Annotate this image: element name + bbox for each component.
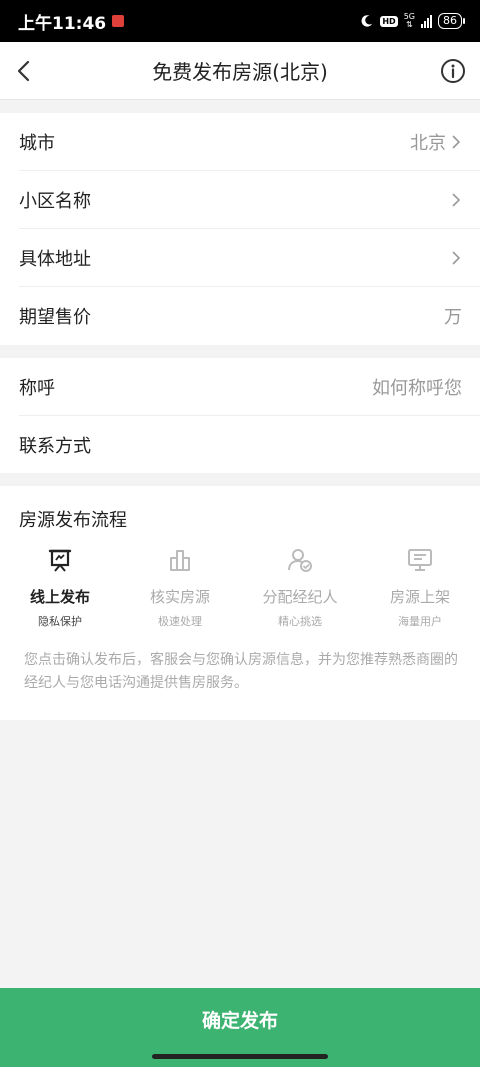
name-input[interactable]: 如何称呼您 bbox=[372, 374, 462, 400]
expected-price-label: 期望售价 bbox=[19, 307, 91, 328]
community-name-value-group bbox=[446, 191, 462, 209]
expected-price-row[interactable]: 期望售价 万 bbox=[19, 287, 480, 345]
chevron-right-icon bbox=[452, 250, 461, 265]
property-form: 城市 北京 小区名称 具体地址 期望售价 万 bbox=[0, 113, 480, 345]
chevron-right-icon bbox=[452, 134, 461, 149]
name-row[interactable]: 称呼 如何称呼您 bbox=[19, 358, 480, 416]
address-label: 具体地址 bbox=[19, 248, 91, 270]
flow-steps: 线上发布 隐私保护 核实房源 极速处理 分配经纪人 精心挑选 房源上架 海量用户 bbox=[0, 546, 480, 629]
status-left: 上午11:46 bbox=[18, 9, 125, 34]
step-subtitle: 极速处理 bbox=[158, 615, 202, 628]
back-icon[interactable] bbox=[10, 56, 40, 86]
signal-icon bbox=[421, 14, 432, 28]
publish-flow: 房源发布流程 线上发布 隐私保护 核实房源 极速处理 分配经纪人 精心挑选 房源… bbox=[0, 486, 480, 720]
step-title: 线上发布 bbox=[29, 588, 90, 606]
city-row[interactable]: 城市 北京 bbox=[19, 113, 480, 171]
community-name-label: 小区名称 bbox=[19, 190, 91, 212]
step-title: 房源上架 bbox=[389, 588, 450, 606]
step-subtitle: 海量用户 bbox=[398, 615, 442, 628]
city-value: 北京 bbox=[410, 132, 446, 154]
notification-icon bbox=[112, 15, 125, 27]
flow-description: 您点击确认发布后，客服会与您确认房源信息，并为您推荐熟悉商圈的经纪人与您电话沟通… bbox=[24, 652, 458, 691]
step-title: 分配经纪人 bbox=[262, 588, 338, 606]
building-icon bbox=[170, 550, 190, 571]
status-time: 上午11:46 bbox=[18, 13, 107, 34]
community-name-row[interactable]: 小区名称 bbox=[19, 171, 480, 229]
header: 免费发布房源(北京) bbox=[0, 42, 480, 100]
flow-step: 线上发布 隐私保护 bbox=[0, 546, 120, 629]
flow-title: 房源发布流程 bbox=[19, 510, 127, 531]
presentation-icon bbox=[48, 549, 72, 572]
price-unit: 万 bbox=[444, 307, 462, 328]
expected-price-input[interactable]: 万 bbox=[444, 303, 462, 329]
home-indicator bbox=[152, 1054, 328, 1059]
name-label: 称呼 bbox=[19, 377, 55, 399]
user-check-icon bbox=[288, 549, 312, 572]
flow-step: 核实房源 极速处理 bbox=[120, 546, 240, 629]
status-bar: 上午11:46 HD 5G ⇅ 86 bbox=[0, 0, 480, 42]
info-icon[interactable] bbox=[440, 58, 466, 84]
monitor-icon bbox=[408, 549, 432, 571]
step-subtitle: 隐私保护 bbox=[38, 615, 82, 628]
address-value-group bbox=[446, 249, 462, 267]
page-title: 免费发布房源(北京) bbox=[152, 60, 328, 84]
city-value-group: 北京 bbox=[410, 129, 462, 155]
moon-icon bbox=[361, 15, 373, 27]
contact-form: 称呼 如何称呼您 联系方式 bbox=[0, 358, 480, 473]
hd-icon: HD bbox=[380, 15, 398, 27]
status-right: HD 5G ⇅ 86 bbox=[360, 13, 465, 29]
contact-row[interactable]: 联系方式 bbox=[19, 416, 480, 474]
step-subtitle: 精心挑选 bbox=[278, 615, 322, 628]
battery-icon: 86 bbox=[438, 13, 465, 29]
network-label: 5G ⇅ bbox=[404, 13, 415, 29]
name-placeholder: 如何称呼您 bbox=[372, 377, 462, 399]
chevron-right-icon bbox=[452, 192, 461, 207]
data-arrows-icon: ⇅ bbox=[406, 20, 413, 29]
contact-label: 联系方式 bbox=[19, 436, 91, 457]
flow-step: 房源上架 海量用户 bbox=[360, 546, 480, 629]
flow-step: 分配经纪人 精心挑选 bbox=[240, 546, 360, 629]
step-title: 核实房源 bbox=[149, 588, 210, 606]
address-row[interactable]: 具体地址 bbox=[19, 229, 480, 287]
city-label: 城市 bbox=[19, 132, 55, 154]
battery-level: 86 bbox=[443, 14, 457, 27]
